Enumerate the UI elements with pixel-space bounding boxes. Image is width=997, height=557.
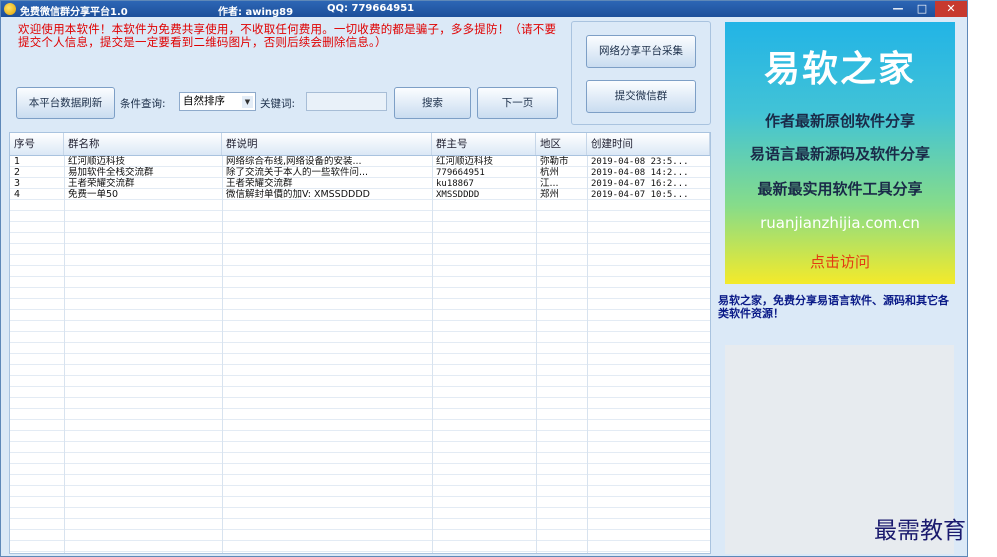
ad-banner[interactable]: 易软之家 作者最新原创软件分享 易语言最新源码及软件分享 最新最实用软件工具分享… — [725, 22, 955, 284]
column-header-index[interactable]: 序号 — [10, 133, 64, 155]
table-row[interactable]: 4 免费一单50 微信解封单價的加V: XMSSDDDD XMSSDDDD 郑州… — [10, 189, 710, 201]
main-window: 免费微信群分享平台1.0 作者: awing89 QQ: 779664951 —… — [0, 0, 968, 557]
author-label: 作者: awing89 — [218, 7, 294, 18]
column-divider — [536, 156, 537, 553]
sort-select[interactable]: 自然排序 ▼ — [179, 92, 256, 111]
table-header: 序号 群名称 群说明 群主号 地区 创建时间 — [10, 133, 710, 156]
column-header-description[interactable]: 群说明 — [222, 133, 432, 155]
close-icon[interactable]: ✕ — [935, 1, 967, 17]
ad-line: 最新最实用软件工具分享 — [757, 180, 923, 198]
collect-button[interactable]: 网络分享平台采集 — [586, 35, 696, 68]
refresh-button[interactable]: 本平台数据刷新 — [16, 87, 115, 119]
submit-group-button[interactable]: 提交微信群 — [586, 80, 696, 113]
table-body: 1 红河顺迈科技 网络综合布线,网络设备的安装... 红河顺迈科技 弥勒市 20… — [10, 156, 710, 553]
column-divider — [222, 156, 223, 553]
column-divider — [432, 156, 433, 553]
ad-title: 易软之家 — [763, 49, 916, 90]
column-header-created[interactable]: 创建时间 — [587, 133, 710, 155]
keyword-input[interactable] — [306, 92, 387, 111]
column-divider — [64, 156, 65, 553]
ad-url-link[interactable]: ruanjianzhijia.com.cn — [725, 214, 955, 232]
group-table[interactable]: 序号 群名称 群说明 群主号 地区 创建时间 1 红河顺迈科技 网络综合布线,网… — [9, 132, 711, 554]
visit-link[interactable]: 点击访问 — [725, 251, 955, 272]
cell-created: 2019-04-07 10:5... — [591, 190, 689, 200]
notice-text: 欢迎使用本软件！本软件为免费共享使用，不收取任何费用。一切收费的都是骗子，多多提… — [18, 22, 557, 49]
column-header-owner[interactable]: 群主号 — [432, 133, 536, 155]
column-header-region[interactable]: 地区 — [536, 133, 587, 155]
qq-label: QQ: 779664951 — [327, 3, 415, 14]
condition-label: 条件查询: — [120, 98, 166, 110]
sort-select-value: 自然排序 — [183, 95, 225, 107]
cell-owner: XMSSDDDD — [436, 190, 480, 200]
ad-line: 易语言最新源码及软件分享 — [749, 145, 930, 163]
cell-name: 免费一单50 — [68, 189, 119, 200]
search-button[interactable]: 搜索 — [394, 87, 471, 119]
chevron-down-icon[interactable]: ▼ — [242, 96, 253, 108]
title-bar: 免费微信群分享平台1.0 作者: awing89 QQ: 779664951 —… — [1, 1, 967, 18]
app-icon — [4, 3, 16, 15]
keyword-label: 关键词: — [260, 98, 296, 110]
ad-description: 易软之家，免费分享易语言软件、源码和其它各类软件资源！ — [718, 294, 949, 320]
cell-index: 4 — [14, 189, 21, 200]
maximize-icon[interactable]: □ — [910, 1, 934, 17]
watermark: 最需教育 — [874, 518, 966, 544]
cell-region: 郑州 — [540, 189, 560, 200]
cell-description: 微信解封单價的加V: XMSSDDDD — [226, 189, 370, 200]
column-divider — [587, 156, 588, 553]
next-page-button[interactable]: 下一页 — [477, 87, 558, 119]
ad-line: 作者最新原创软件分享 — [764, 112, 915, 130]
minimize-icon[interactable]: — — [886, 1, 910, 17]
column-header-name[interactable]: 群名称 — [64, 133, 222, 155]
window-title: 免费微信群分享平台1.0 — [20, 7, 128, 18]
